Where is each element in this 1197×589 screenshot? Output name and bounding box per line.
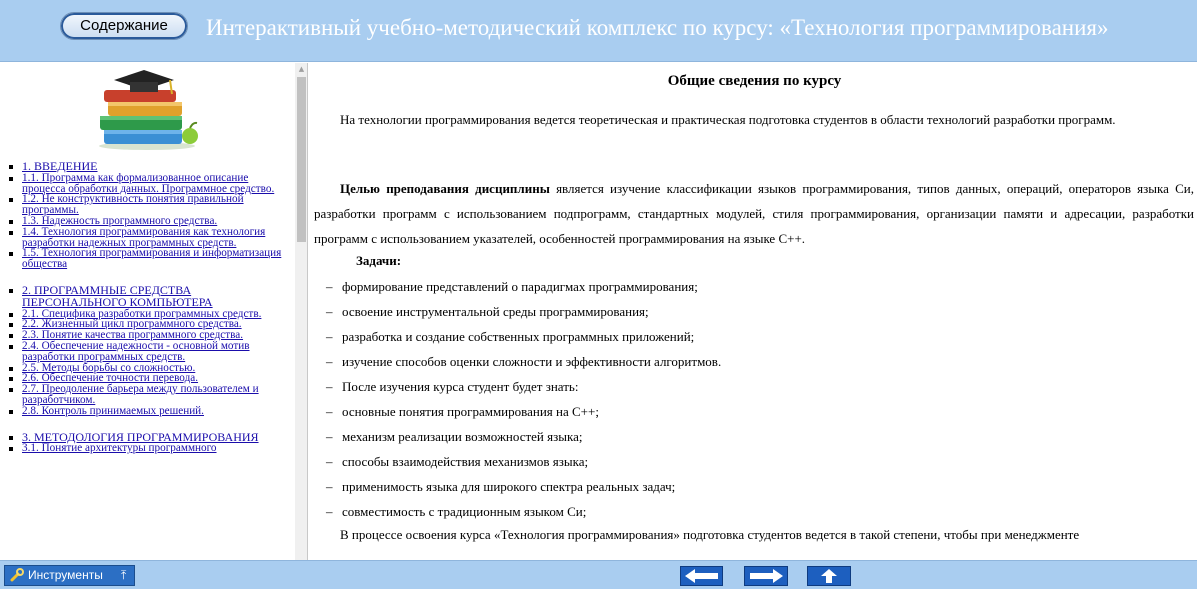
toc-link[interactable]: 2.8. Контроль принимаемых решений. xyxy=(22,405,204,417)
task-item: – применимость языка для широкого спектра… xyxy=(326,479,675,495)
task-text: изучение способов оценки сложности и эфф… xyxy=(342,354,722,369)
scroll-up-icon[interactable]: ▲ xyxy=(295,63,307,75)
task-item: – изучение способов оценки сложности и эф… xyxy=(326,354,721,370)
task-item: – разработка и создание собственных прогр… xyxy=(326,329,694,345)
toc-item[interactable]: 1.1. Программа как формализованное описа… xyxy=(4,172,294,195)
task-text: После изучения курса студент будет знать… xyxy=(342,379,579,394)
task-text: совместимость с традиционным языком Си; xyxy=(342,504,587,519)
toc-link[interactable]: 1.2. Не конструктивность понятия правиль… xyxy=(22,193,244,216)
contents-button[interactable]: Содержание xyxy=(60,12,188,40)
task-text: основные понятия программирования на С++… xyxy=(342,404,599,419)
task-text: формирование представлений о парадигмах … xyxy=(342,279,698,294)
task-text: разработка и создание собственных програ… xyxy=(342,329,695,344)
toc-link[interactable]: 3.1. Понятие архитектуры программного xyxy=(22,442,217,454)
sidebar-scrollbar[interactable]: ▲ ▼ xyxy=(295,63,307,588)
dash: – xyxy=(326,304,333,319)
task-text: механизм реализации возможностей языка; xyxy=(342,429,583,444)
intro-text: На технологии программирования ведется т… xyxy=(340,112,1116,127)
intro-paragraph: На технологии программирования ведется т… xyxy=(314,107,1194,132)
dash: – xyxy=(326,429,333,444)
scrollbar-thumb[interactable] xyxy=(297,77,306,242)
toc-link[interactable]: 1.4. Технология программирования как тех… xyxy=(22,226,265,249)
top-button[interactable] xyxy=(807,566,851,586)
toc-link[interactable]: 1.5. Технология программирования и инфор… xyxy=(22,247,281,270)
books-graduation-cap-icon xyxy=(99,70,198,150)
toc-item[interactable]: 2.7. Преодоление барьера между пользоват… xyxy=(4,384,294,406)
dash: – xyxy=(326,479,333,494)
arrow-up-icon xyxy=(821,569,837,583)
task-item: – формирование представлений о парадигмах… xyxy=(326,279,698,295)
toc-link[interactable]: 1.1. Программа как формализованное описа… xyxy=(22,172,274,195)
main-content: Общие сведения по курсу На технологии пр… xyxy=(312,63,1197,588)
task-item: – совместимость с традиционным языком Си; xyxy=(326,504,586,520)
toc-link[interactable]: 2. ПРОГРАММНЫЕ СРЕДСТВА ПЕРСОНАЛЬНОГО КО… xyxy=(22,283,213,309)
task-item: – основные понятия программирования на С+… xyxy=(326,404,599,420)
tools-icon xyxy=(10,568,24,582)
footer-bar: Инструменты ⤒ xyxy=(0,560,1197,589)
dash: – xyxy=(326,354,333,369)
goal-bold-text: Целью преподавания дисциплины xyxy=(340,181,550,196)
arrow-left-icon xyxy=(685,569,718,583)
goal-paragraph: Целью преподавания дисциплины является и… xyxy=(314,176,1194,251)
tools-button[interactable]: Инструменты ⤒ xyxy=(4,565,135,586)
toc-item[interactable]: 2.4. Обеспечение надежности - основной м… xyxy=(4,340,294,363)
header-bar: Содержание Интерактивный учебно-методиче… xyxy=(0,0,1197,62)
arrow-right-icon xyxy=(750,569,783,583)
dash: – xyxy=(326,379,333,394)
closing-text: В процессе освоения курса «Технология пр… xyxy=(340,527,1080,542)
task-item: – способы взаимодействия механизмов языка… xyxy=(326,454,588,470)
dash: – xyxy=(326,329,333,344)
dash: – xyxy=(326,504,333,519)
pin-up-icon[interactable]: ⤒ xyxy=(121,566,126,585)
sidebar-toc: 1. ВВЕДЕНИЕ 1.1. Программа как формализо… xyxy=(0,63,308,588)
back-button[interactable] xyxy=(680,566,723,586)
toc-list: 1. ВВЕДЕНИЕ 1.1. Программа как формализо… xyxy=(4,160,294,454)
toc-link[interactable]: 2.7. Преодоление барьера между пользоват… xyxy=(22,383,259,406)
dash: – xyxy=(326,279,333,294)
tools-label: Инструменты xyxy=(28,568,103,582)
toc-item[interactable]: 2.8. Контроль принимаемых решений. xyxy=(4,405,294,417)
closing-paragraph: В процессе освоения курса «Технология пр… xyxy=(314,522,1194,547)
task-text: применимость языка для широкого спектра … xyxy=(342,479,676,494)
app-title: Интерактивный учебно-методический компле… xyxy=(206,15,1109,40)
toc-item[interactable]: 3.1. Понятие архитектуры программного xyxy=(4,443,294,454)
task-text: освоение инструментальной среды программ… xyxy=(342,304,649,319)
page-title: Общие сведения по курсу xyxy=(667,73,842,89)
toc-item[interactable]: 2. ПРОГРАММНЫЕ СРЕДСТВА ПЕРСОНАЛЬНОГО КО… xyxy=(4,283,294,309)
dash: – xyxy=(326,404,333,419)
task-text: способы взаимодействия механизмов языка; xyxy=(342,454,589,469)
toc-item[interactable]: 1.5. Технология программирования и инфор… xyxy=(4,248,294,270)
tasks-heading: Задачи: xyxy=(356,253,402,268)
task-item: – механизм реализации возможностей языка; xyxy=(326,429,583,445)
dash: – xyxy=(326,454,333,469)
task-item: – После изучения курса студент будет знат… xyxy=(326,379,578,395)
toc-item[interactable]: 1.4. Технология программирования как тех… xyxy=(4,226,294,249)
forward-button[interactable] xyxy=(744,566,788,586)
task-item: – освоение инструментальной среды програм… xyxy=(326,304,649,320)
toc-item[interactable]: 1.2. Не конструктивность понятия правиль… xyxy=(4,194,294,216)
toc-link[interactable]: 2.4. Обеспечение надежности - основной м… xyxy=(22,340,250,363)
